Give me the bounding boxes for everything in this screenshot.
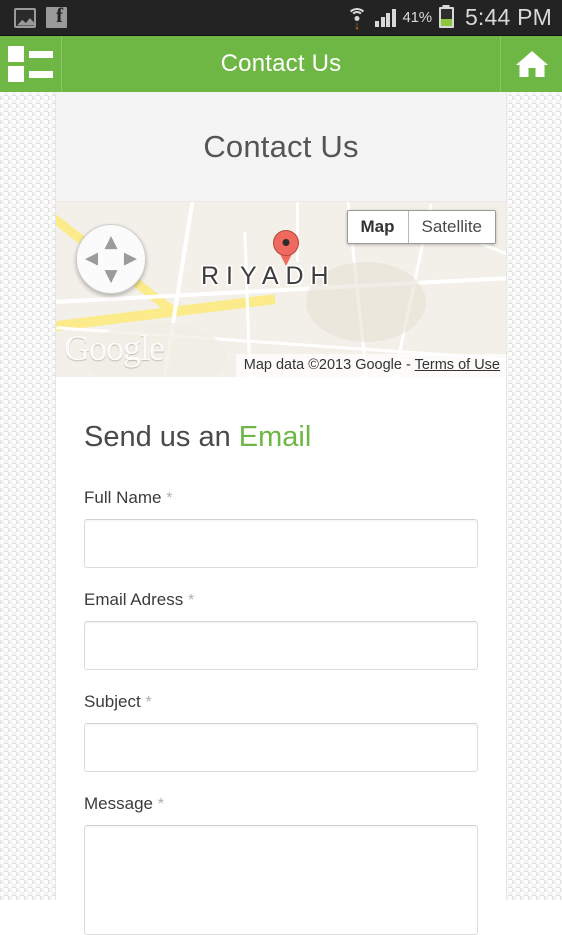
status-bar-notifications bbox=[14, 7, 67, 28]
app-bar: Contact Us bbox=[0, 36, 562, 92]
map-type-map-button[interactable]: Map bbox=[348, 211, 409, 243]
menu-button[interactable] bbox=[0, 36, 62, 92]
form-heading-prefix: Send us an bbox=[84, 421, 239, 453]
input-email-address[interactable] bbox=[84, 621, 478, 670]
home-button[interactable] bbox=[500, 36, 562, 92]
app-bar-title: Contact Us bbox=[62, 36, 500, 92]
label-email-address: Email Adress * bbox=[84, 590, 478, 610]
label-message: Message * bbox=[84, 794, 478, 814]
pan-up-icon[interactable]: ▲ bbox=[104, 234, 117, 251]
google-watermark: Google bbox=[64, 327, 164, 369]
facebook-icon bbox=[46, 7, 67, 28]
battery-icon bbox=[439, 7, 454, 28]
map-pin-marker[interactable] bbox=[273, 230, 299, 266]
field-subject: Subject * bbox=[84, 692, 478, 772]
map-type-satellite-button[interactable]: Satellite bbox=[409, 211, 495, 243]
required-asterisk: * bbox=[145, 694, 151, 711]
required-asterisk: * bbox=[188, 592, 194, 609]
required-asterisk: * bbox=[158, 796, 164, 813]
map-widget[interactable]: RIYADH ▲ ▼ ◀ ▶ Map Satellite Google Map … bbox=[56, 202, 506, 377]
page-title: Contact Us bbox=[203, 129, 358, 165]
label-subject: Subject * bbox=[84, 692, 478, 712]
cellular-signal-icon bbox=[375, 9, 396, 27]
field-full-name: Full Name * bbox=[84, 488, 478, 568]
list-menu-icon bbox=[8, 46, 53, 82]
map-pan-control[interactable]: ▲ ▼ ◀ ▶ bbox=[76, 224, 146, 294]
content-card: Contact Us RIYADH ▲ ▼ ◀ ▶ bbox=[55, 92, 507, 900]
map-attribution: Map data ©2013 Google - Terms of Use bbox=[236, 354, 506, 377]
input-full-name[interactable] bbox=[84, 519, 478, 568]
status-bar: ↓ 41% 5:44 PM bbox=[0, 0, 562, 36]
input-message[interactable] bbox=[84, 825, 478, 935]
home-icon bbox=[515, 49, 549, 79]
form-heading-accent: Email bbox=[239, 421, 312, 453]
page-header: Contact Us bbox=[56, 92, 506, 202]
label-full-name: Full Name * bbox=[84, 488, 478, 508]
pan-left-icon[interactable]: ◀ bbox=[85, 251, 98, 268]
label-email-address-text: Email Adress bbox=[84, 590, 183, 609]
clock-label: 5:44 PM bbox=[465, 4, 552, 31]
status-bar-system: ↓ 41% 5:44 PM bbox=[346, 4, 552, 31]
battery-percent-label: 41% bbox=[403, 9, 432, 26]
wifi-icon: ↓ bbox=[346, 8, 368, 28]
pan-right-icon[interactable]: ▶ bbox=[124, 251, 137, 268]
map-attribution-text: Map data ©2013 Google - bbox=[244, 357, 415, 373]
gallery-icon bbox=[14, 8, 36, 28]
terms-of-use-link[interactable]: Terms of Use bbox=[415, 357, 500, 373]
pan-down-icon[interactable]: ▼ bbox=[104, 268, 117, 285]
label-message-text: Message bbox=[84, 794, 153, 813]
contact-form: Send us an Email Full Name * Email Adres… bbox=[56, 377, 506, 935]
form-heading: Send us an Email bbox=[84, 421, 478, 454]
field-email-address: Email Adress * bbox=[84, 590, 478, 670]
field-message: Message * bbox=[84, 794, 478, 935]
required-asterisk: * bbox=[166, 490, 172, 507]
map-type-toggle[interactable]: Map Satellite bbox=[347, 210, 496, 244]
label-full-name-text: Full Name bbox=[84, 488, 161, 507]
input-subject[interactable] bbox=[84, 723, 478, 772]
label-subject-text: Subject bbox=[84, 692, 141, 711]
city-label: RIYADH bbox=[201, 262, 336, 291]
